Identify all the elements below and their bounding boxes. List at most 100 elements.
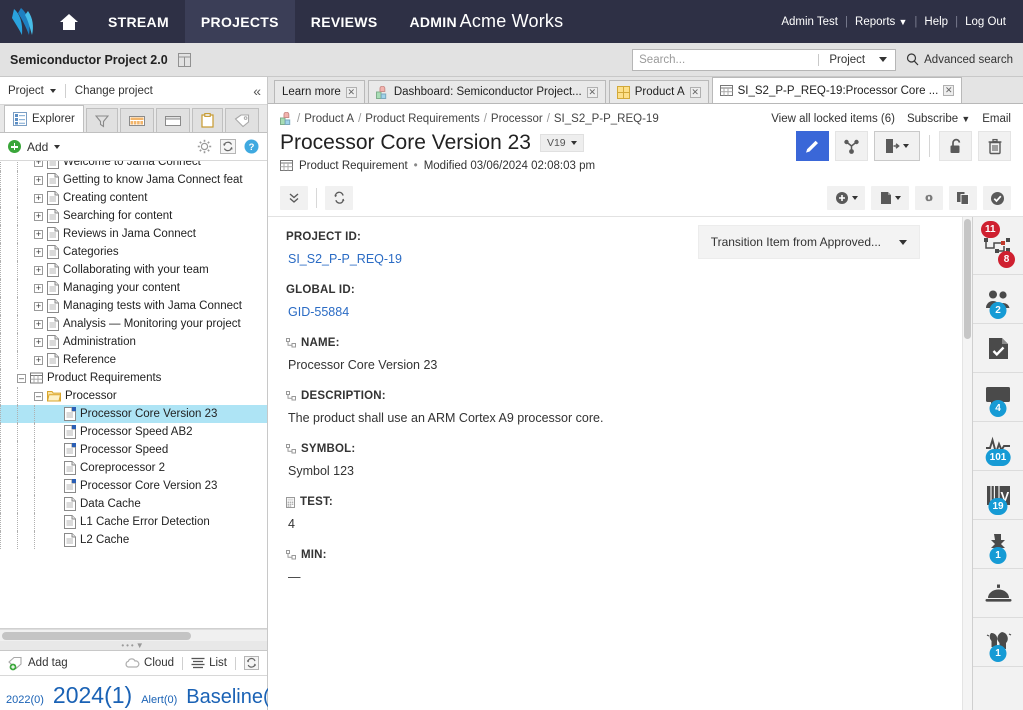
tree-expander[interactable]: + bbox=[34, 248, 43, 257]
tree-expander[interactable]: + bbox=[34, 266, 43, 275]
tree-item[interactable]: L2 Cache bbox=[0, 531, 267, 549]
search-input[interactable] bbox=[633, 50, 818, 70]
logout-link[interactable]: Log Out bbox=[958, 16, 1013, 28]
close-icon[interactable]: ✕ bbox=[690, 87, 701, 98]
help-icon[interactable]: ? bbox=[244, 139, 259, 154]
transition-item-dropdown[interactable]: Transition Item from Approved... bbox=[698, 225, 920, 259]
tree-expander[interactable]: – bbox=[17, 374, 26, 383]
tree-item[interactable]: Coreprocessor 2 bbox=[0, 459, 267, 477]
close-icon[interactable]: ✕ bbox=[943, 85, 954, 96]
change-project-link[interactable]: Change project bbox=[75, 85, 153, 97]
tree-item[interactable]: +Welcome to Jama Connect bbox=[0, 161, 267, 171]
document-menu-button[interactable] bbox=[871, 186, 909, 210]
tag-item[interactable]: 2022(0) bbox=[6, 694, 44, 706]
scrollbar-thumb[interactable] bbox=[964, 219, 971, 339]
tab-clipboard[interactable] bbox=[192, 108, 223, 132]
tree-horizontal-scrollbar[interactable] bbox=[0, 629, 267, 641]
add-menu-button[interactable] bbox=[827, 186, 865, 210]
refresh-button[interactable] bbox=[325, 186, 353, 210]
tree-item[interactable]: –Product Requirements bbox=[0, 369, 267, 387]
tree-expander[interactable]: + bbox=[34, 356, 43, 365]
gear-icon[interactable] bbox=[197, 139, 212, 154]
tree-item[interactable]: +Reference bbox=[0, 351, 267, 369]
tree-item[interactable]: +Collaborating with your team bbox=[0, 261, 267, 279]
field-value[interactable]: GID-55884 bbox=[286, 305, 962, 319]
rail-suggestions[interactable]: 1 bbox=[973, 618, 1023, 667]
tree-item[interactable]: Data Cache bbox=[0, 495, 267, 513]
refresh-icon[interactable] bbox=[244, 656, 259, 670]
tree-item[interactable]: Processor Speed bbox=[0, 441, 267, 459]
layout-icon[interactable] bbox=[178, 53, 191, 67]
close-icon[interactable]: ✕ bbox=[587, 87, 598, 98]
tree-item[interactable]: +Managing tests with Jama Connect bbox=[0, 297, 267, 315]
nav-admin[interactable]: ADMIN bbox=[393, 0, 472, 43]
tree-item[interactable]: –Processor bbox=[0, 387, 267, 405]
tree-expander[interactable]: + bbox=[34, 284, 43, 293]
close-icon[interactable]: ✕ bbox=[346, 87, 357, 98]
tree-item[interactable]: Processor Core Version 23 bbox=[0, 477, 267, 495]
subscribe-menu[interactable]: Subscribe ▼ bbox=[907, 113, 970, 125]
search-scope-select[interactable]: Project bbox=[818, 54, 895, 66]
tree-item[interactable]: +Analysis — Monitoring your project bbox=[0, 315, 267, 333]
user-name[interactable]: Admin Test bbox=[774, 16, 845, 28]
link-button[interactable] bbox=[915, 186, 943, 210]
tree-item[interactable]: L1 Cache Error Detection bbox=[0, 513, 267, 531]
tab-table[interactable] bbox=[120, 108, 154, 132]
rail-versions[interactable]: V19 bbox=[973, 471, 1023, 520]
collapse-left-icon[interactable]: « bbox=[253, 83, 259, 99]
view-locked-items-link[interactable]: View all locked items (6) bbox=[771, 113, 895, 125]
tree-item[interactable]: +Creating content bbox=[0, 189, 267, 207]
collapse-all-button[interactable] bbox=[280, 186, 308, 210]
edit-button[interactable] bbox=[796, 131, 829, 161]
panel-splitter[interactable]: •••▼ bbox=[0, 641, 267, 651]
doc-tab-learn-more[interactable]: Learn more ✕ bbox=[274, 80, 365, 103]
tree-item[interactable]: +Managing your content bbox=[0, 279, 267, 297]
rail-sync[interactable]: 1 bbox=[973, 520, 1023, 569]
help-link[interactable]: Help bbox=[917, 16, 955, 28]
nav-projects[interactable]: PROJECTS bbox=[185, 0, 295, 43]
email-link[interactable]: Email bbox=[982, 113, 1011, 125]
list-view-button[interactable]: List bbox=[191, 657, 227, 669]
refresh-icon[interactable] bbox=[220, 139, 236, 154]
advanced-search-link[interactable]: Advanced search bbox=[906, 53, 1013, 66]
rail-service[interactable] bbox=[973, 569, 1023, 618]
breadcrumb-item-product-requirements[interactable]: Product Requirements bbox=[365, 113, 479, 125]
tree-expander[interactable]: + bbox=[34, 212, 43, 221]
reports-menu[interactable]: Reports ▼ bbox=[848, 16, 914, 28]
tree-item[interactable]: +Categories bbox=[0, 243, 267, 261]
tab-tags[interactable] bbox=[225, 108, 259, 132]
tree-expander[interactable]: + bbox=[34, 338, 43, 347]
rail-relationships[interactable]: 118 bbox=[973, 217, 1023, 275]
tree-expander[interactable]: + bbox=[34, 302, 43, 311]
rail-users[interactable]: 2 bbox=[973, 275, 1023, 324]
tree-item[interactable]: +Getting to know Jama Connect feat bbox=[0, 171, 267, 189]
home-icon[interactable] bbox=[46, 0, 92, 43]
content-vertical-scrollbar[interactable] bbox=[962, 217, 972, 710]
approve-button[interactable] bbox=[983, 186, 1011, 210]
copy-button[interactable] bbox=[949, 186, 977, 210]
tag-item[interactable]: Alert(0) bbox=[141, 694, 177, 706]
nav-reviews[interactable]: REVIEWS bbox=[295, 0, 394, 43]
tree-item[interactable]: +Reviews in Jama Connect bbox=[0, 225, 267, 243]
tree-item[interactable]: +Administration bbox=[0, 333, 267, 351]
project-tree[interactable]: +Welcome to Jama Connect+Getting to know… bbox=[0, 161, 267, 629]
breadcrumb-item-current[interactable]: SI_S2_P-P_REQ-19 bbox=[554, 113, 659, 125]
tree-item[interactable]: Processor Core Version 23 bbox=[0, 405, 267, 423]
rail-reviews[interactable] bbox=[973, 324, 1023, 373]
rail-activity[interactable]: 101 bbox=[973, 422, 1023, 471]
tab-window[interactable] bbox=[156, 108, 190, 132]
tree-expander[interactable]: – bbox=[34, 392, 43, 401]
breadcrumb-item-processor[interactable]: Processor bbox=[491, 113, 543, 125]
tree-item[interactable]: +Searching for content bbox=[0, 207, 267, 225]
delete-button[interactable] bbox=[978, 131, 1011, 161]
scrollbar-thumb[interactable] bbox=[2, 632, 191, 640]
rail-comments[interactable]: 4 bbox=[973, 373, 1023, 422]
tree-expander[interactable]: + bbox=[34, 194, 43, 203]
tag-item[interactable]: 2024(1) bbox=[53, 682, 132, 708]
relationships-button[interactable] bbox=[835, 131, 868, 161]
tree-expander[interactable]: + bbox=[34, 320, 43, 329]
tree-item[interactable]: Processor Speed AB2 bbox=[0, 423, 267, 441]
tree-expander[interactable]: + bbox=[34, 161, 43, 167]
project-dropdown[interactable]: Project bbox=[8, 85, 56, 97]
doc-tab-product-a[interactable]: Product A ✕ bbox=[609, 80, 709, 103]
